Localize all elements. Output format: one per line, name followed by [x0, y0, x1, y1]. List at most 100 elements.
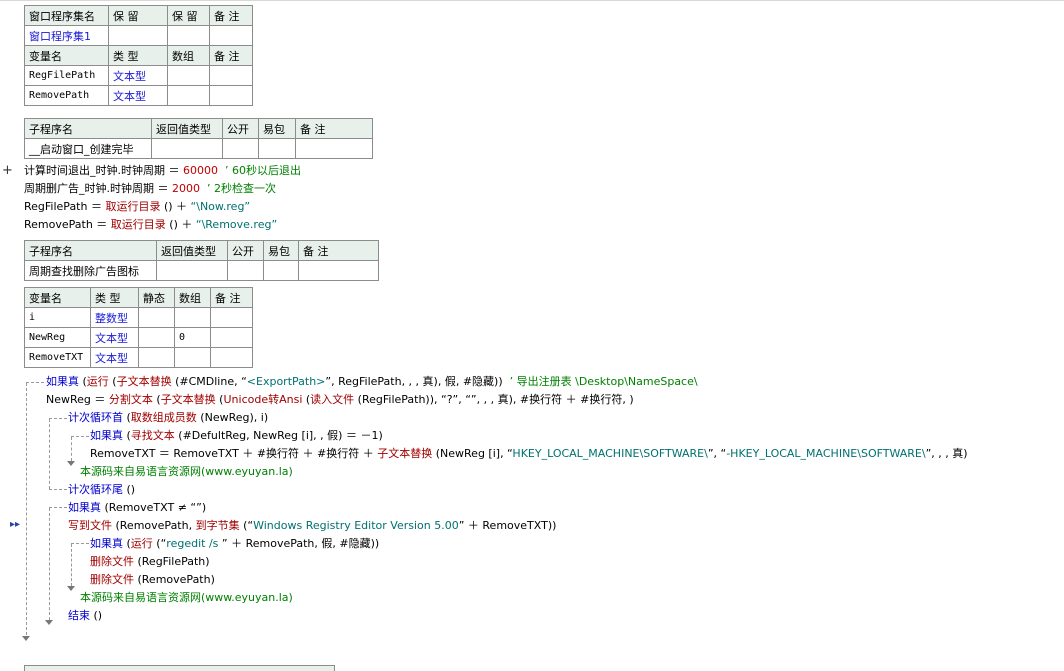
code-line[interactable]: 周期删广告_时钟.时钟周期 ＝ 2000 ’ 2秒检查一次 — [24, 181, 276, 197]
cell[interactable] — [222, 138, 259, 159]
code-line[interactable]: 结束 () — [68, 608, 102, 624]
code-line[interactable]: 删除文件 (RemovePath) — [90, 572, 215, 588]
code-line[interactable]: RegFilePath ＝ 取运行目录 () ＋ “\Now.reg” — [24, 199, 250, 215]
flow-arrow-icon — [67, 461, 75, 466]
code-token: (“ — [152, 537, 167, 550]
var-array-cell[interactable] — [174, 347, 211, 368]
code-token: 周期删广告_时钟.时钟周期 ＝ — [24, 182, 172, 195]
flow-line — [26, 382, 44, 383]
flow-line — [49, 418, 67, 419]
var-array-cell[interactable] — [174, 307, 211, 328]
code-token: (#DefultReg, NewReg [i], , 假) ＝ －1) — [174, 429, 383, 442]
code-token: 计算时间退出_时钟.时钟周期 ＝ — [24, 164, 183, 177]
code-token: (RegFilePath) — [134, 555, 210, 568]
code-token: 运行 — [86, 375, 109, 388]
code-token: 如果真 — [90, 429, 123, 442]
col-reserved-1: 保 留 — [108, 5, 168, 26]
cell[interactable] — [138, 347, 175, 368]
var-name-cell[interactable]: RegFilePath — [24, 65, 109, 86]
cell[interactable] — [258, 138, 296, 159]
code-line[interactable]: 计次循环首 (取数组成员数 (NewReg), i) — [68, 410, 268, 426]
var-name-cell[interactable]: i — [24, 307, 91, 328]
var-type-cell[interactable]: 文本型 — [90, 327, 139, 348]
flow-line — [49, 489, 67, 490]
code-token: 分割文本 — [108, 393, 153, 406]
code-token: HKEY_LOCAL_MACHINE\SOFTWARE\ — [512, 447, 708, 460]
cell[interactable] — [156, 260, 228, 281]
code-token: 结束 — [68, 609, 90, 622]
next-table-edge — [24, 665, 335, 671]
code-line[interactable]: 如果真 (运行 (子文本替换 (#CMDline, “<ExportPath>”… — [46, 374, 698, 390]
cell[interactable] — [210, 307, 253, 328]
cell[interactable] — [210, 347, 253, 368]
code-line[interactable]: 如果真 (RemoveTXT ≠ “”) — [68, 500, 206, 516]
cell[interactable] — [227, 260, 264, 281]
code-line[interactable]: 删除文件 (RegFilePath) — [90, 554, 210, 570]
var-name-cell[interactable]: RemovePath — [24, 85, 109, 106]
code-token: 如果真 — [90, 537, 123, 550]
subroutine-table-2: 子程序名 返回值类型 公开 易包 备 注 周期查找删除广告图标 — [24, 240, 379, 281]
cell[interactable] — [263, 260, 299, 281]
code-line[interactable]: 计次循环尾 () — [68, 482, 135, 498]
code-token: 取运行目录 — [105, 200, 161, 213]
var-type-cell[interactable]: 整数型 — [90, 307, 139, 328]
cell[interactable] — [108, 25, 168, 46]
cell[interactable] — [209, 65, 253, 86]
flow-line — [26, 383, 27, 635]
code-token: () ＋ — [160, 200, 191, 213]
code-token: RemoveTXT ＝ RemoveTXT ＋ #换行符 ＋ #换行符 ＋ — [90, 447, 378, 460]
code-line[interactable]: RemoveTXT ＝ RemoveTXT ＋ #换行符 ＋ #换行符 ＋ 子文… — [90, 446, 968, 462]
cell[interactable] — [209, 85, 253, 106]
sub-name-cell[interactable]: __启动窗口_创建完毕 — [24, 138, 152, 159]
code-line[interactable]: 本源码来自易语言资源网(www.eyuyan.la) — [80, 590, 293, 606]
cell[interactable] — [167, 85, 210, 106]
window-assembly-table: 窗口程序集名 保 留 保 留 备 注 窗口程序集1 变量名 类 型 数组 备 注… — [24, 5, 253, 106]
code-line[interactable]: 如果真 (运行 (“regedit /s ” ＋ RemovePath, 假, … — [90, 536, 379, 552]
code-line[interactable]: 写到文件 (RemovePath, 到字节集 (“Windows Registr… — [68, 518, 556, 534]
cell[interactable] — [167, 25, 210, 46]
code-token: 寻找文本 — [130, 429, 175, 442]
assembly-name-cell[interactable]: 窗口程序集1 — [24, 25, 109, 46]
code-line[interactable]: 计算时间退出_时钟.时钟周期 ＝ 60000 ’ 60秒以后退出 — [24, 163, 301, 179]
code-token: 如果真 — [68, 501, 101, 514]
cell[interactable] — [167, 65, 210, 86]
cell[interactable] — [295, 138, 373, 159]
cell[interactable] — [138, 327, 175, 348]
var-array-cell[interactable]: 0 — [174, 327, 211, 348]
code-token: ( — [123, 429, 131, 442]
col-var-array: 数组 — [167, 45, 210, 66]
flow-line — [49, 419, 50, 489]
col-remark: 备 注 — [210, 287, 253, 308]
col-sub-name: 子程序名 — [24, 118, 152, 139]
code-line[interactable]: 本源码来自易语言资源网(www.eyuyan.la) — [80, 464, 293, 480]
code-token: 计次循环首 — [68, 411, 123, 424]
code-token: 到字节集 — [195, 519, 240, 532]
code-line[interactable]: RemovePath ＝ 取运行目录 () ＋ “\Remove.reg” — [24, 217, 277, 233]
var-name-cell[interactable]: RemoveTXT — [24, 347, 91, 368]
code-token: (“ — [239, 519, 254, 532]
code-line[interactable]: NewReg ＝ 分割文本 (子文本替换 (Unicode转Ansi (读入文件… — [46, 392, 634, 408]
cell[interactable] — [210, 327, 253, 348]
sub-name-cell[interactable]: 周期查找删除广告图标 — [24, 260, 157, 281]
var-type-cell[interactable]: 文本型 — [108, 85, 168, 106]
var-name-cell[interactable]: NewReg — [24, 327, 91, 348]
code-line[interactable]: 如果真 (寻找文本 (#DefultReg, NewReg [i], , 假) … — [90, 428, 383, 444]
col-reserved-2: 保 留 — [167, 5, 210, 26]
var-type-cell[interactable]: 文本型 — [90, 347, 139, 368]
code-token: RegFilePath ＝ — [24, 200, 106, 213]
code-token: ( — [123, 411, 131, 424]
code-token: ” ＋ RemoveTXT)) — [458, 519, 557, 532]
col-var-name: 变量名 — [24, 45, 109, 66]
code-token: 如果真 — [46, 375, 79, 388]
var-type-cell[interactable]: 文本型 — [108, 65, 168, 86]
code-token: “\Remove.reg” — [195, 218, 278, 231]
cell[interactable] — [209, 25, 253, 46]
code-token: () ＋ — [165, 218, 196, 231]
flow-line — [71, 543, 89, 544]
cell[interactable] — [151, 138, 223, 159]
cell[interactable] — [138, 307, 175, 328]
expand-icon[interactable]: + — [2, 163, 13, 178]
cell[interactable] — [298, 260, 379, 281]
code-token: 2000 — [172, 182, 200, 195]
local-vars-table: 变量名 类 型 静态 数组 备 注 i 整数型 NewReg 文本型 0 Rem… — [24, 287, 253, 368]
